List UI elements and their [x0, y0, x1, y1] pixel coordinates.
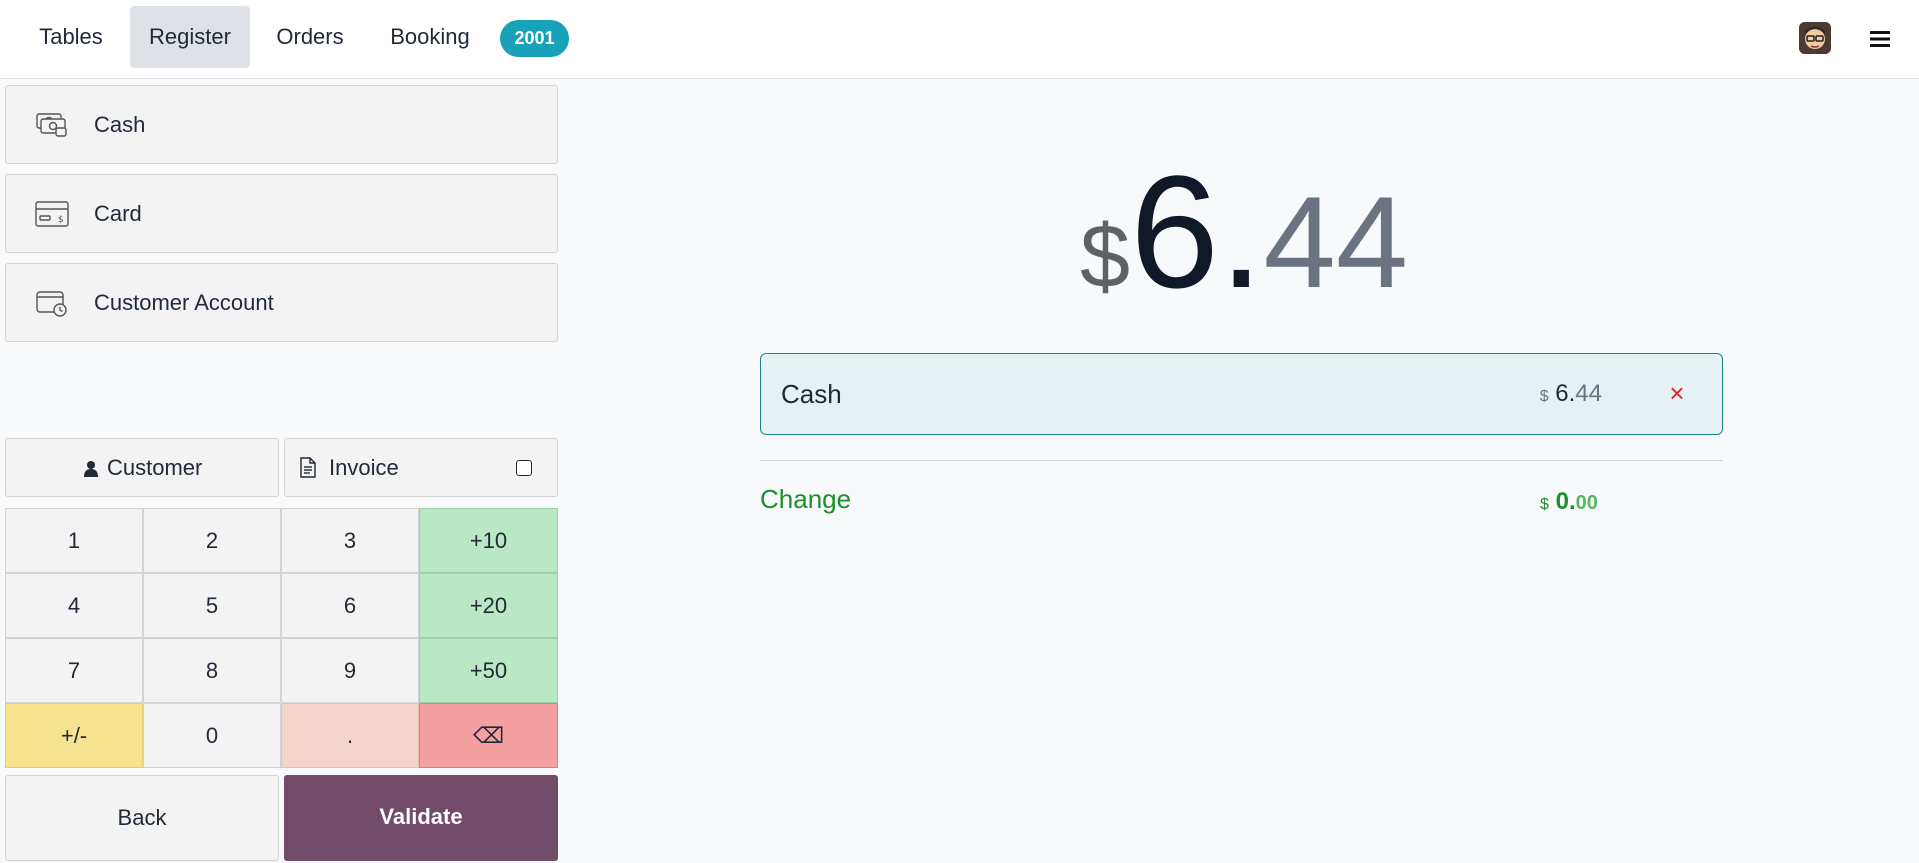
- change-currency: $: [1540, 496, 1549, 513]
- numpad-key-6[interactable]: 6: [281, 573, 419, 638]
- delete-payment-line-button[interactable]: ×: [1662, 378, 1692, 408]
- card-icon: $: [34, 199, 70, 229]
- back-button[interactable]: Back: [5, 775, 279, 861]
- invoice-checkbox[interactable]: [516, 460, 532, 476]
- numpad-key-plus-10[interactable]: +10: [419, 508, 558, 573]
- tab-tables[interactable]: Tables: [20, 6, 122, 68]
- payment-line[interactable]: Cash $ 6.44 ×: [760, 353, 1723, 435]
- payment-line-amount[interactable]: $ 6.44: [1540, 354, 1602, 437]
- change-amount: $ 0.00: [1540, 488, 1598, 516]
- numpad-key-9[interactable]: 9: [281, 638, 419, 703]
- total-amount: $6.44: [1080, 140, 1408, 321]
- payment-line-currency: $: [1539, 388, 1549, 405]
- tab-register[interactable]: Register: [130, 6, 250, 68]
- tab-orders[interactable]: Orders: [260, 6, 360, 68]
- numpad-key-0[interactable]: 0: [143, 703, 281, 768]
- numpad-key-decimal[interactable]: .: [281, 703, 419, 768]
- numpad-key-5[interactable]: 5: [143, 573, 281, 638]
- user-icon: [83, 458, 99, 484]
- numpad-key-plus-50[interactable]: +50: [419, 638, 558, 703]
- svg-text:$: $: [58, 215, 64, 225]
- file-text-icon: [299, 457, 317, 484]
- validate-button[interactable]: Validate: [284, 775, 558, 861]
- wallet-clock-icon: [34, 288, 70, 318]
- payment-method-customer-account[interactable]: Customer Account: [5, 263, 558, 342]
- payment-method-cash[interactable]: Cash: [5, 85, 558, 164]
- divider: [760, 460, 1723, 461]
- total-currency: $: [1080, 207, 1131, 307]
- payment-line-name: Cash: [781, 379, 842, 409]
- numpad-key-8[interactable]: 8: [143, 638, 281, 703]
- cash-icon: [34, 110, 70, 140]
- total-separator: .: [1219, 142, 1264, 321]
- numpad-key-backspace[interactable]: ⌫: [419, 703, 558, 768]
- payment-method-label: Customer Account: [94, 290, 274, 315]
- tab-booking[interactable]: Booking: [370, 6, 490, 68]
- order-number-badge[interactable]: 2001: [500, 20, 569, 57]
- payment-line-decimals: 44: [1575, 380, 1602, 407]
- customer-button[interactable]: Customer: [5, 438, 279, 497]
- numpad-key-2[interactable]: 2: [143, 508, 281, 573]
- numpad-key-plus-20[interactable]: +20: [419, 573, 558, 638]
- top-navbar: Tables Register Orders Booking 2001: [0, 0, 1919, 79]
- invoice-label: Invoice: [329, 455, 399, 480]
- numpad-key-4[interactable]: 4: [5, 573, 143, 638]
- change-label: Change: [760, 484, 852, 514]
- numpad-key-7[interactable]: 7: [5, 638, 143, 703]
- change-separator: .: [1568, 488, 1576, 515]
- numpad-key-plus-minus[interactable]: +/-: [5, 703, 143, 768]
- change-integer: 0: [1555, 488, 1569, 515]
- user-avatar-icon[interactable]: [1799, 22, 1831, 54]
- total-decimals: 44: [1263, 169, 1409, 315]
- total-integer: 6: [1130, 142, 1220, 321]
- numpad-key-3[interactable]: 3: [281, 508, 419, 573]
- payment-method-label: Cash: [94, 112, 146, 137]
- payment-method-label: Card: [94, 201, 142, 226]
- invoice-button[interactable]: Invoice: [284, 438, 558, 497]
- change-decimals: 00: [1575, 492, 1598, 514]
- payment-line-integer: 6: [1555, 380, 1569, 407]
- payment-method-card[interactable]: $ Card: [5, 174, 558, 253]
- hamburger-menu-icon[interactable]: [1866, 28, 1894, 50]
- numpad-key-1[interactable]: 1: [5, 508, 143, 573]
- customer-label: Customer: [107, 455, 203, 480]
